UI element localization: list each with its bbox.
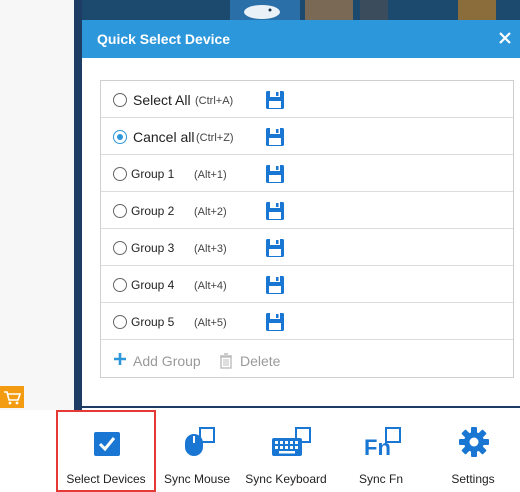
thumbnail-photo xyxy=(458,0,496,20)
option-row-group-4[interactable]: Group 4 (Alt+4) xyxy=(101,266,513,303)
option-shortcut: (Ctrl+Z) xyxy=(196,132,234,144)
background-divider xyxy=(74,0,82,410)
save-icon[interactable] xyxy=(265,201,285,221)
add-group-button[interactable]: Add Group xyxy=(133,353,201,369)
dialog-header: Quick Select Device xyxy=(82,20,520,58)
option-label: Group 5 xyxy=(131,315,175,329)
dialog-title: Quick Select Device xyxy=(97,31,231,47)
save-icon[interactable] xyxy=(265,312,285,332)
option-label: Select All xyxy=(133,92,191,108)
radio-group-2[interactable] xyxy=(113,204,127,218)
option-label: Group 3 xyxy=(131,241,175,255)
gear-icon xyxy=(458,426,490,463)
radio-group-1[interactable] xyxy=(113,167,127,181)
toolbar-label: Sync Keyboard xyxy=(245,472,327,486)
select-devices-button[interactable]: Select Devices xyxy=(56,410,156,492)
svg-text:Fn: Fn xyxy=(364,435,391,458)
checkbox-icon xyxy=(92,428,122,463)
toolbar-label: Settings xyxy=(451,472,495,486)
option-shortcut: (Alt+2) xyxy=(194,206,227,218)
option-shortcut: (Alt+1) xyxy=(194,169,227,181)
radio-group-3[interactable] xyxy=(113,241,127,255)
option-shortcut: (Alt+3) xyxy=(194,243,227,255)
trash-icon[interactable] xyxy=(219,353,233,374)
option-row-cancel-all[interactable]: Cancel all (Ctrl+Z) xyxy=(101,118,513,155)
save-icon[interactable] xyxy=(265,238,285,258)
save-icon[interactable] xyxy=(265,164,285,184)
toolbar-label: Sync Mouse xyxy=(163,472,231,486)
toolbar-label: Sync Fn xyxy=(358,472,403,486)
plus-icon[interactable] xyxy=(113,351,127,372)
toolbar-label: Select Devices xyxy=(66,472,146,486)
save-icon[interactable] xyxy=(265,90,285,110)
keyboard-icon xyxy=(270,426,314,463)
option-shortcut: (Alt+5) xyxy=(194,317,227,329)
thumbnail-whale xyxy=(230,0,300,20)
save-icon[interactable] xyxy=(265,275,285,295)
quick-select-dialog: Quick Select Device Select All (Ctrl+A) … xyxy=(82,20,520,408)
fn-icon: Fn xyxy=(362,426,402,463)
thumbnail-photo xyxy=(305,0,353,20)
save-icon[interactable] xyxy=(265,127,285,147)
sync-keyboard-button[interactable]: Sync Keyboard xyxy=(240,410,332,492)
option-label: Group 4 xyxy=(131,278,175,292)
delete-button[interactable]: Delete xyxy=(240,353,280,369)
radio-group-5[interactable] xyxy=(113,315,127,329)
option-row-group-5[interactable]: Group 5 (Alt+5) xyxy=(101,303,513,340)
device-selection-panel: Select All (Ctrl+A) Cancel all (Ctrl+Z) … xyxy=(100,80,514,378)
background-panel xyxy=(0,0,78,410)
option-label: Group 2 xyxy=(131,204,175,218)
mouse-icon xyxy=(180,426,216,463)
option-shortcut: (Alt+4) xyxy=(194,280,227,292)
radio-group-4[interactable] xyxy=(113,278,127,292)
option-row-group-3[interactable]: Group 3 (Alt+3) xyxy=(101,229,513,266)
option-shortcut: (Ctrl+A) xyxy=(195,95,234,107)
option-row-group-1[interactable]: Group 1 (Alt+1) xyxy=(101,155,513,192)
close-icon[interactable] xyxy=(494,27,516,49)
thumbnail-strip xyxy=(82,0,520,20)
radio-cancel-all[interactable] xyxy=(113,130,127,144)
thumbnail-photo xyxy=(360,0,388,20)
option-row-select-all[interactable]: Select All (Ctrl+A) xyxy=(101,81,513,118)
settings-button[interactable]: Settings xyxy=(440,410,506,492)
option-label: Group 1 xyxy=(131,167,175,181)
sync-mouse-button[interactable]: Sync Mouse xyxy=(158,410,236,492)
sync-fn-button[interactable]: Fn Sync Fn xyxy=(346,410,416,492)
option-label: Cancel all xyxy=(133,129,195,145)
bottom-toolbar: Select Devices Sync Mouse Sync Keyboard … xyxy=(0,410,520,492)
option-row-group-2[interactable]: Group 2 (Alt+2) xyxy=(101,192,513,229)
radio-select-all[interactable] xyxy=(113,93,127,107)
cart-icon[interactable] xyxy=(0,386,24,408)
